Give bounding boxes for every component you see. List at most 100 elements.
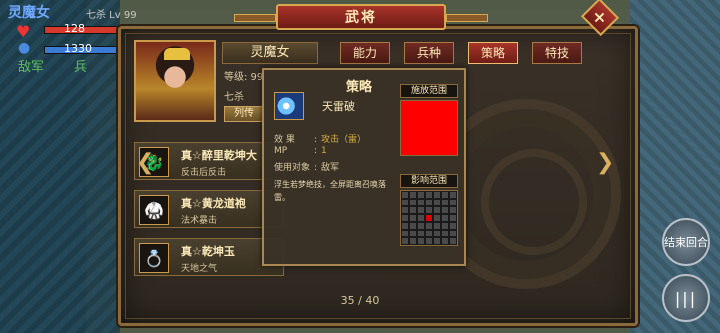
- tab-ability[interactable]: 能力: [340, 42, 390, 64]
- grid-cell: [449, 214, 457, 222]
- target-key: 使用对象: [274, 163, 311, 173]
- grid-cell: [425, 191, 433, 199]
- unit-name: 灵魔女: [8, 5, 50, 21]
- grid-cell: [433, 214, 441, 222]
- impact-grid: [400, 190, 458, 246]
- effect-row: 效 果: 攻击（雷）: [274, 132, 366, 145]
- tooltip-title: 策略: [346, 80, 373, 95]
- mp-cost: 1: [321, 146, 327, 156]
- impact-range-label: 影响范围: [400, 174, 458, 188]
- grid-cell: [417, 198, 425, 207]
- grid-cell: [425, 214, 433, 222]
- item-name: 真☆醉里乾坤大: [181, 149, 257, 162]
- item-desc: 天地之气: [181, 264, 218, 274]
- grid-cell: [433, 206, 441, 215]
- grid-cell: [417, 191, 425, 199]
- impact-range: 影响范围: [400, 174, 458, 246]
- effect-value: 攻击（雷）: [321, 135, 367, 145]
- lightning-icon: [274, 92, 304, 120]
- crown-icon: [164, 48, 190, 60]
- unit-info: 七杀 Lv 99: [86, 10, 137, 21]
- hero-portrait: [134, 40, 216, 122]
- grid-cell: [449, 198, 457, 207]
- bio-button[interactable]: 列传: [224, 106, 264, 122]
- hp-value: 128: [64, 22, 85, 35]
- troop-label: 兵: [74, 60, 88, 75]
- faction-label: 敌军: [18, 60, 45, 75]
- grid-cell: [441, 206, 449, 215]
- menu-button[interactable]: |||: [662, 274, 710, 322]
- tab-troop[interactable]: 兵种: [404, 42, 454, 64]
- grid-cell: [449, 237, 457, 245]
- tab-special[interactable]: 特技: [532, 42, 582, 64]
- grid-cell: [433, 237, 441, 245]
- grid-cell: [433, 221, 441, 230]
- tab-strategy[interactable]: 策略: [468, 42, 518, 64]
- mp-key: MP: [274, 146, 288, 156]
- grid-cell: [409, 214, 417, 222]
- grid-cell: [425, 198, 433, 207]
- grid-cell: [433, 229, 441, 238]
- panel-title: 武将: [234, 4, 488, 30]
- item-name: 真☆乾坤玉: [181, 245, 235, 258]
- grid-cell: [441, 198, 449, 207]
- grid-cell: [449, 221, 457, 230]
- target-value: 敌军: [321, 163, 340, 173]
- end-turn-button[interactable]: 结束回合: [662, 218, 710, 266]
- grid-cell: [425, 237, 433, 245]
- grid-cell: [449, 206, 457, 215]
- mp-value: 1330: [64, 42, 92, 55]
- grid-cell: [417, 221, 425, 230]
- grid-cell: [417, 214, 425, 222]
- grid-cell: [401, 214, 409, 222]
- close-icon: ×: [593, 7, 607, 27]
- grid-cell: [401, 191, 409, 199]
- grid-cell: [401, 206, 409, 215]
- grid-cell: [409, 229, 417, 238]
- grid-cell: [433, 191, 441, 199]
- grid-cell: [449, 229, 457, 238]
- grid-cell: [425, 229, 433, 238]
- grid-cell: [409, 221, 417, 230]
- grid-cell: [409, 198, 417, 207]
- grid-cell: [441, 221, 449, 230]
- grid-cell: [417, 229, 425, 238]
- grid-cell: [401, 198, 409, 207]
- item-desc: 法术暴击: [181, 216, 218, 226]
- grid-cell: [433, 198, 441, 207]
- grid-cell: [441, 214, 449, 222]
- grid-cell: [409, 237, 417, 245]
- next-arrow-icon[interactable]: ❯: [596, 152, 614, 176]
- grid-cell: [425, 221, 433, 230]
- grid-cell: [441, 229, 449, 238]
- cast-range-label: 施放范围: [400, 84, 458, 98]
- grid-cell: [409, 206, 417, 215]
- prev-arrow-icon[interactable]: ❮: [136, 152, 154, 176]
- grid-cell: [401, 237, 409, 245]
- grid-cell: [409, 191, 417, 199]
- effect-key: 效 果: [274, 135, 295, 145]
- grid-cell: [441, 237, 449, 245]
- grid-cell: [417, 206, 425, 215]
- heart-icon: ♥: [16, 22, 31, 41]
- grid-cell: [441, 191, 449, 199]
- item-name: 真☆黄龙道袍: [181, 197, 246, 210]
- grid-cell: [449, 191, 457, 199]
- item-desc: 反击后反击: [181, 168, 227, 178]
- hero-name: 灵魔女: [222, 42, 318, 64]
- mana-icon: ●: [18, 40, 31, 56]
- jade-icon: 💍: [139, 243, 169, 273]
- hero-level: 等级: 99: [224, 72, 264, 83]
- grid-cell: [401, 221, 409, 230]
- page-indicator: 35 / 40: [340, 294, 380, 307]
- robe-icon: 🥋: [139, 195, 169, 225]
- grid-cell: [425, 206, 433, 215]
- target-row: 使用对象: 敌军: [274, 160, 339, 173]
- cast-range: 施放范围: [400, 84, 458, 156]
- skill-name: 天雷破: [322, 100, 355, 113]
- strategy-tooltip: 策略 天雷破 效 果: 攻击（雷） MP:1 使用对象: 敌军 浮生若梦绝技，全屏距…: [262, 68, 466, 266]
- hero-skill: 七杀: [224, 92, 244, 103]
- cast-range-area: [400, 100, 458, 156]
- skill-description: 浮生若梦绝技，全屏距离召唤落雷。: [274, 180, 386, 202]
- mp-row: MP:1: [274, 146, 327, 156]
